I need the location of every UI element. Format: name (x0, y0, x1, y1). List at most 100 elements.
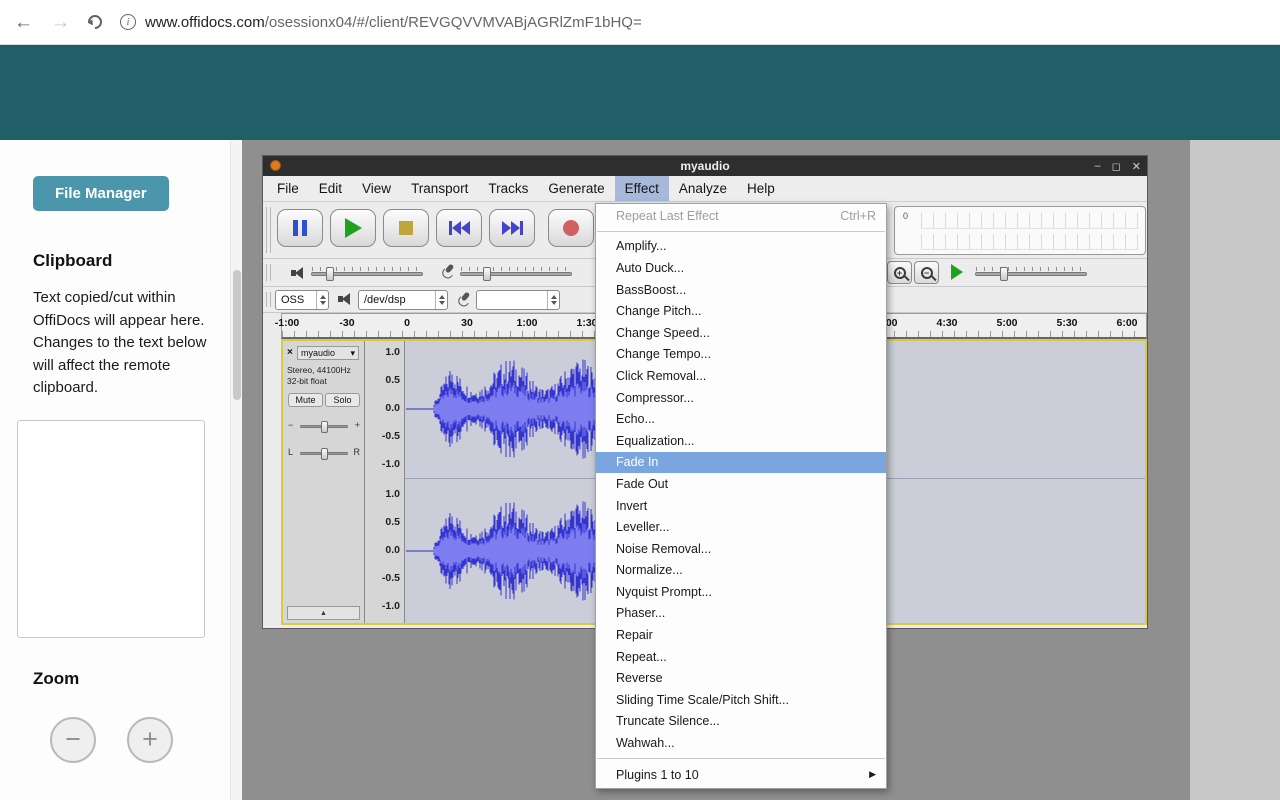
mute-button[interactable]: Mute (288, 393, 323, 407)
input-volume-thumb[interactable] (483, 267, 491, 281)
zoom-out-icon: − (921, 267, 933, 279)
menubar-item[interactable]: Tracks (478, 176, 538, 201)
zoom-in-button[interactable]: + (127, 717, 173, 763)
stop-button[interactable] (383, 209, 429, 247)
timeline-tick-label: 30 (461, 317, 473, 329)
toolbar-grabber[interactable] (266, 264, 271, 281)
forward-button[interactable]: → (51, 13, 70, 32)
menubar-item[interactable]: Analyze (669, 176, 737, 201)
play-at-speed-button[interactable] (951, 264, 963, 280)
track-collapse-button[interactable]: ▲ (287, 606, 360, 620)
menu-item[interactable]: BassBoost... (596, 279, 886, 301)
pan-thumb[interactable] (321, 448, 328, 460)
menu-item[interactable]: Reverse (596, 667, 886, 689)
minimize-button[interactable]: – (1095, 160, 1101, 172)
menu-item[interactable]: Fade In (596, 452, 886, 474)
toolbar-grabber[interactable] (266, 207, 271, 253)
menu-item[interactable]: Truncate Silence... (596, 711, 886, 733)
track-name-menu[interactable]: myaudio ▾ (297, 346, 359, 360)
solo-button[interactable]: Solo (325, 393, 360, 407)
sidebar-scrollbar[interactable] (230, 140, 242, 800)
maximize-button[interactable]: ◻ (1112, 160, 1121, 173)
skip-to-end-button[interactable] (489, 209, 535, 247)
slider-ticks (976, 267, 1086, 271)
track-close-button[interactable]: × (287, 347, 293, 358)
output-volume-thumb[interactable] (326, 267, 334, 281)
menu-item[interactable]: Echo... (596, 408, 886, 430)
close-button[interactable]: ✕ (1132, 160, 1141, 173)
zoom-out-button[interactable]: − (50, 717, 96, 763)
menubar-item[interactable]: File (267, 176, 309, 201)
menu-item[interactable]: Phaser... (596, 603, 886, 625)
url-bar[interactable]: i www.offidocs.com/osessionx04/#/client/… (120, 14, 642, 31)
skip-to-start-button[interactable] (436, 209, 482, 247)
play-button[interactable] (330, 209, 376, 247)
menu-item[interactable]: Repeat... (596, 646, 886, 668)
timeline-tick-label: 5:30 (1056, 317, 1077, 329)
playback-speed-thumb[interactable] (1000, 267, 1008, 281)
url-host: www.offidocs.com (145, 14, 265, 31)
menu-item[interactable]: Change Pitch... (596, 300, 886, 322)
window-title-bar[interactable]: myaudio – ◻ ✕ (263, 156, 1147, 176)
reload-icon[interactable] (85, 12, 105, 32)
menubar-item[interactable]: Edit (309, 176, 352, 201)
menu-item[interactable]: Fade Out (596, 473, 886, 495)
vertical-scale-ruler: 1.00.50.0-0.5-1.0 1.00.50.0-0.5-1.0 (365, 341, 405, 623)
page-info-icon[interactable]: i (120, 14, 136, 30)
menu-item[interactable]: Nyquist Prompt... (596, 581, 886, 603)
playback-device-select[interactable]: /dev/dsp (358, 290, 448, 310)
audio-host-value: OSS (276, 291, 316, 309)
menu-item[interactable]: Change Tempo... (596, 344, 886, 366)
menubar-item[interactable]: Help (737, 176, 785, 201)
menu-item[interactable]: Click Removal... (596, 365, 886, 387)
menu-item-repeat-last-effect[interactable]: Repeat Last Effect Ctrl+R (596, 205, 886, 227)
audio-host-select[interactable]: OSS (275, 290, 329, 310)
timeline-tick-label: 1:00 (516, 317, 537, 329)
menu-item[interactable]: Change Speed... (596, 322, 886, 344)
menu-item[interactable]: Wahwah... (596, 732, 886, 754)
meter-ticks (921, 234, 1139, 250)
timeline-tick-label: 6:00 (1116, 317, 1137, 329)
menu-item[interactable]: Compressor... (596, 387, 886, 409)
menubar-item[interactable]: Transport (401, 176, 478, 201)
scale-label: -1.0 (365, 459, 400, 470)
menu-item[interactable]: Auto Duck... (596, 257, 886, 279)
menubar-item[interactable]: Effect (615, 176, 669, 201)
menu-item[interactable]: Leveller... (596, 516, 886, 538)
output-volume-slider[interactable] (311, 272, 423, 276)
menu-item[interactable]: Sliding Time Scale/Pitch Shift... (596, 689, 886, 711)
zoom-in-tool-button[interactable]: + (887, 261, 912, 284)
input-volume-slider[interactable] (460, 272, 572, 276)
remote-desktop: myaudio – ◻ ✕ FileEditViewTransportTrack… (242, 140, 1190, 800)
clipboard-textarea[interactable] (17, 420, 205, 638)
scrollbar-thumb[interactable] (233, 270, 241, 400)
back-button[interactable]: ← (14, 13, 33, 32)
recording-device-select[interactable] (476, 290, 560, 310)
gain-slider[interactable]: − + (288, 419, 360, 435)
zoom-out-tool-button[interactable]: − (914, 261, 939, 284)
menu-item[interactable]: Normalize... (596, 560, 886, 582)
pause-button[interactable] (277, 209, 323, 247)
menu-item[interactable]: Invert (596, 495, 886, 517)
menu-item-plugins[interactable]: Plugins 1 to 10 ▶ (596, 763, 886, 787)
playback-speed-slider[interactable] (975, 272, 1087, 276)
window-title: myaudio (263, 159, 1147, 173)
zoom-controls: − + (50, 717, 242, 763)
menubar-item[interactable]: View (352, 176, 401, 201)
timeline-tick-label: 4:30 (936, 317, 957, 329)
menu-item[interactable]: Repair (596, 624, 886, 646)
menubar-item[interactable]: Generate (538, 176, 614, 201)
top-banner (0, 45, 1280, 140)
meter-ticks (921, 213, 1139, 229)
menu-item[interactable]: Equalization... (596, 430, 886, 452)
file-manager-button[interactable]: File Manager (33, 176, 169, 211)
scale-label: 1.0 (365, 489, 400, 500)
record-button[interactable] (548, 209, 594, 247)
pan-slider[interactable]: L R (288, 446, 360, 462)
menu-item[interactable]: Amplify... (596, 236, 886, 258)
gain-thumb[interactable] (321, 421, 328, 433)
stop-icon (399, 221, 413, 235)
toolbar-grabber[interactable] (266, 292, 271, 307)
menu-item[interactable]: Noise Removal... (596, 538, 886, 560)
browser-toolbar: ← → i www.offidocs.com/osessionx04/#/cli… (0, 0, 1280, 45)
